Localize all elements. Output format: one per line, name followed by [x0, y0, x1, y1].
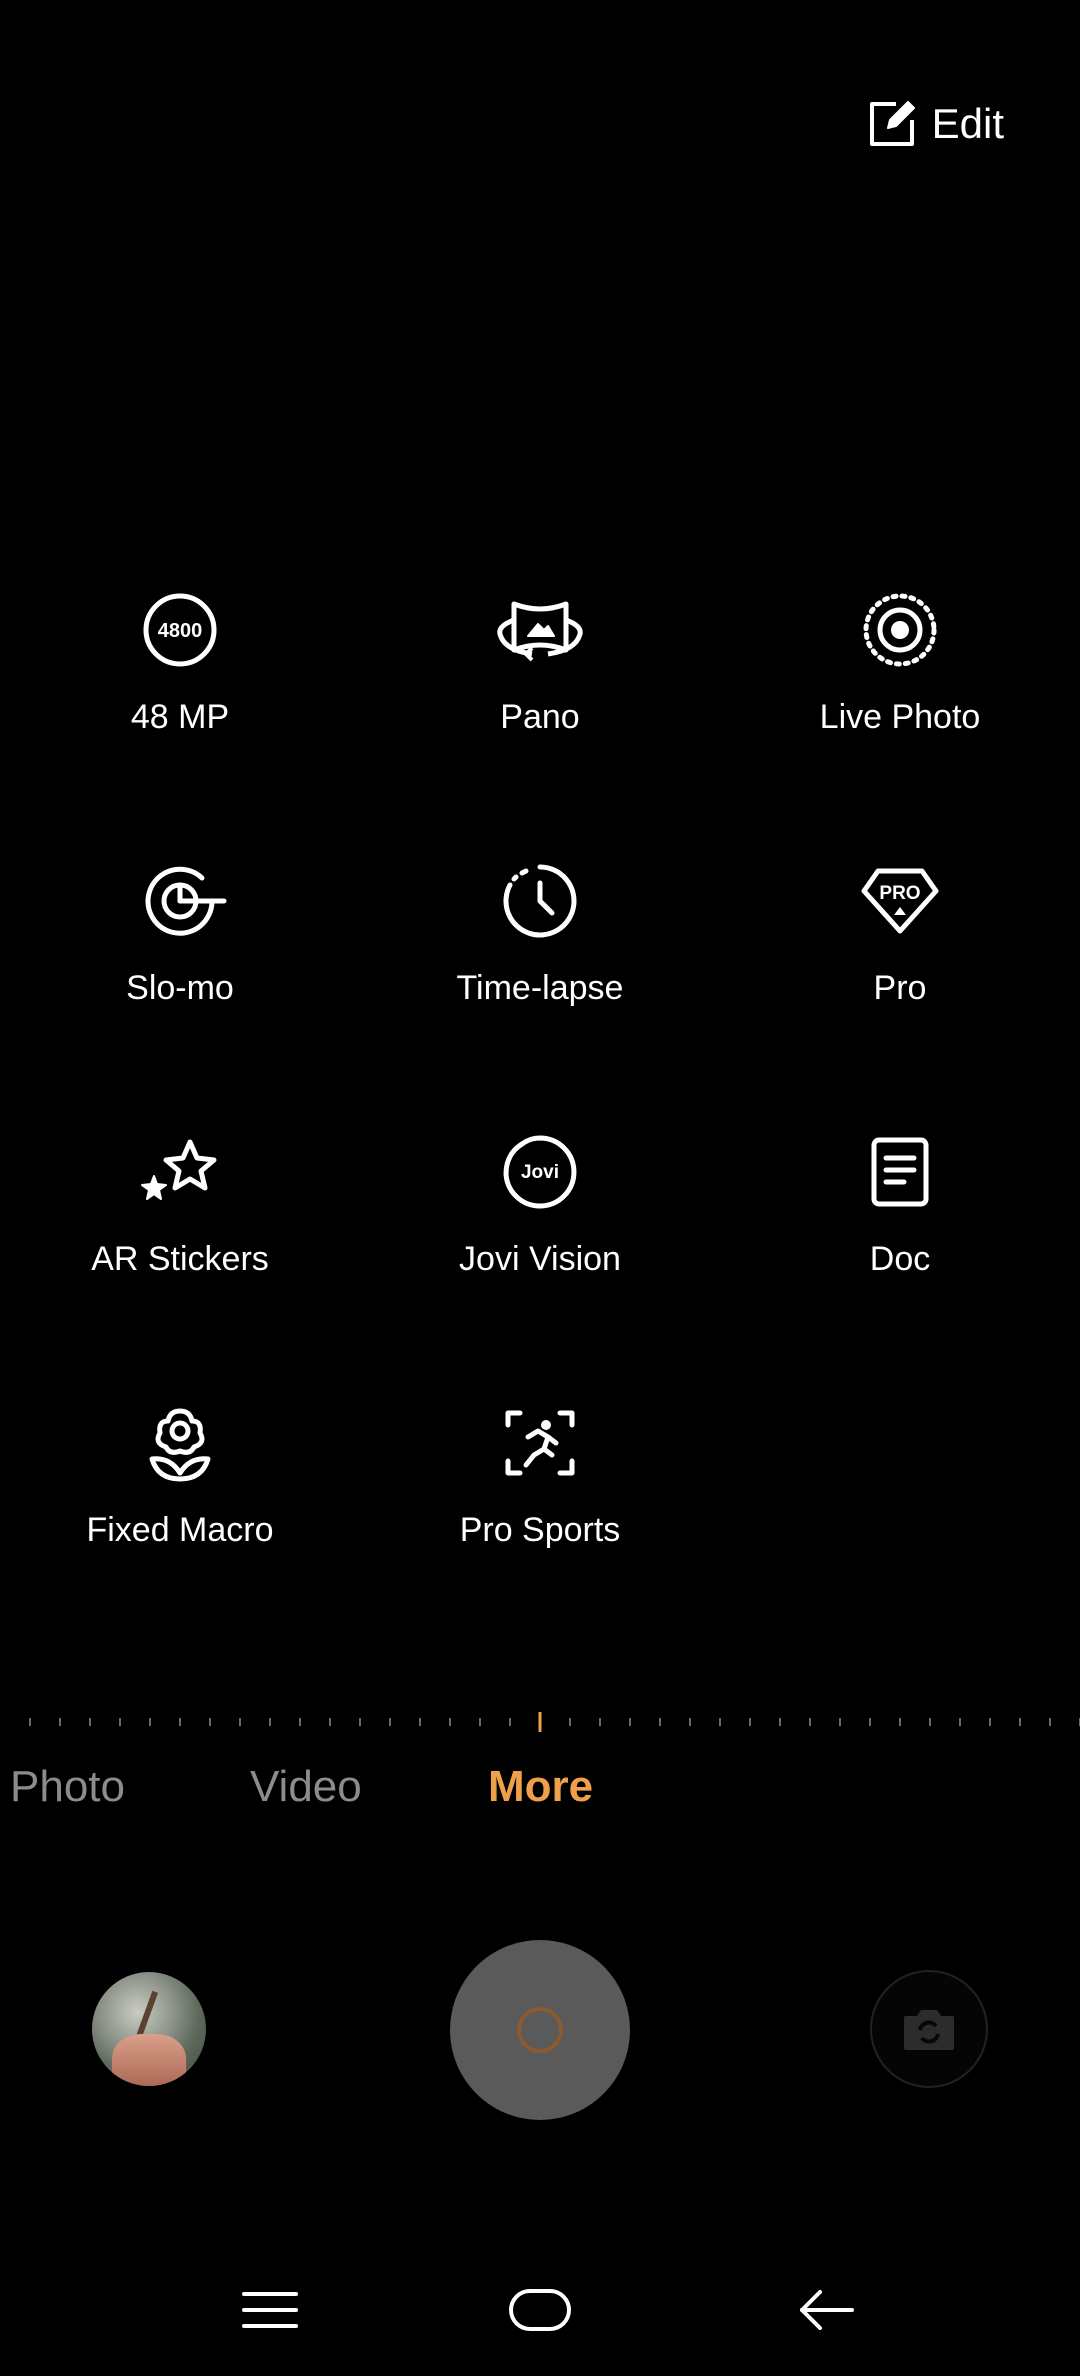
mode-jovi-vision[interactable]: Jovi Jovi Vision — [360, 1132, 720, 1302]
live-photo-icon — [852, 590, 948, 686]
mode-label: Time-lapse — [456, 969, 624, 1007]
edit-label: Edit — [931, 100, 1004, 147]
mode-label: Jovi Vision — [459, 1240, 621, 1278]
back-icon — [798, 2288, 854, 2332]
shutter-button[interactable] — [450, 1940, 630, 2120]
mode-ruler[interactable] — [0, 1712, 1080, 1732]
edit-button[interactable]: Edit — [866, 94, 1004, 154]
nav-home-button[interactable] — [480, 2270, 600, 2350]
gallery-thumbnail[interactable] — [92, 1972, 206, 2086]
mode-label: Live Photo — [819, 698, 981, 736]
fixed-macro-icon — [132, 1403, 228, 1499]
mode-label: Doc — [869, 1240, 931, 1278]
mode-live-photo[interactable]: Live Photo — [720, 590, 1080, 760]
mode-label: Slo-mo — [126, 969, 234, 1007]
shutter-ring-icon — [517, 2007, 563, 2053]
svg-text:Jovi: Jovi — [521, 1162, 559, 1183]
mode-pro[interactable]: PRO Pro — [720, 861, 1080, 1031]
jovi-vision-icon: Jovi — [492, 1132, 588, 1228]
mode-label: Pano — [500, 698, 580, 736]
time-lapse-icon — [492, 861, 588, 957]
svg-text:4800: 4800 — [158, 620, 203, 642]
mode-label: Pro Sports — [459, 1511, 621, 1549]
flip-camera-button[interactable] — [870, 1970, 988, 2088]
doc-icon — [852, 1132, 948, 1228]
tab-video[interactable]: Video — [250, 1762, 362, 1812]
mode-ar-stickers[interactable]: AR Stickers — [0, 1132, 360, 1302]
mode-tabs: Photo Video More — [0, 1762, 1080, 1818]
mode-label: 48 MP — [130, 698, 230, 736]
svg-text:PRO: PRO — [879, 883, 920, 904]
edit-icon — [866, 98, 918, 150]
mode-label: AR Stickers — [91, 1240, 269, 1278]
mode-label: Pro — [873, 969, 927, 1007]
slo-mo-icon — [132, 861, 228, 957]
menu-icon — [242, 2290, 298, 2330]
mode-fixed-macro[interactable]: Fixed Macro — [0, 1403, 360, 1573]
mode-slo-mo[interactable]: Slo-mo — [0, 861, 360, 1031]
mode-pro-sports[interactable]: Pro Sports — [360, 1403, 720, 1573]
flip-camera-icon — [900, 2000, 958, 2058]
home-icon — [508, 2288, 572, 2332]
pro-sports-icon — [492, 1403, 588, 1499]
nav-menu-button[interactable] — [210, 2270, 330, 2350]
48mp-icon: 4800 — [132, 590, 228, 686]
pano-icon — [492, 590, 588, 686]
mode-label: Fixed Macro — [86, 1511, 274, 1549]
mode-time-lapse[interactable]: Time-lapse — [360, 861, 720, 1031]
ar-stickers-icon — [132, 1132, 228, 1228]
thumbnail-hand — [112, 2034, 186, 2086]
mode-pano[interactable]: Pano — [360, 590, 720, 760]
nav-back-button[interactable] — [766, 2270, 886, 2350]
pro-icon: PRO — [852, 861, 948, 957]
mode-doc[interactable]: Doc — [720, 1132, 1080, 1302]
tab-photo[interactable]: Photo — [10, 1762, 125, 1812]
tab-more[interactable]: More — [488, 1762, 593, 1812]
navigation-bar — [0, 2270, 1080, 2350]
mode-48mp[interactable]: 4800 48 MP — [0, 590, 360, 760]
